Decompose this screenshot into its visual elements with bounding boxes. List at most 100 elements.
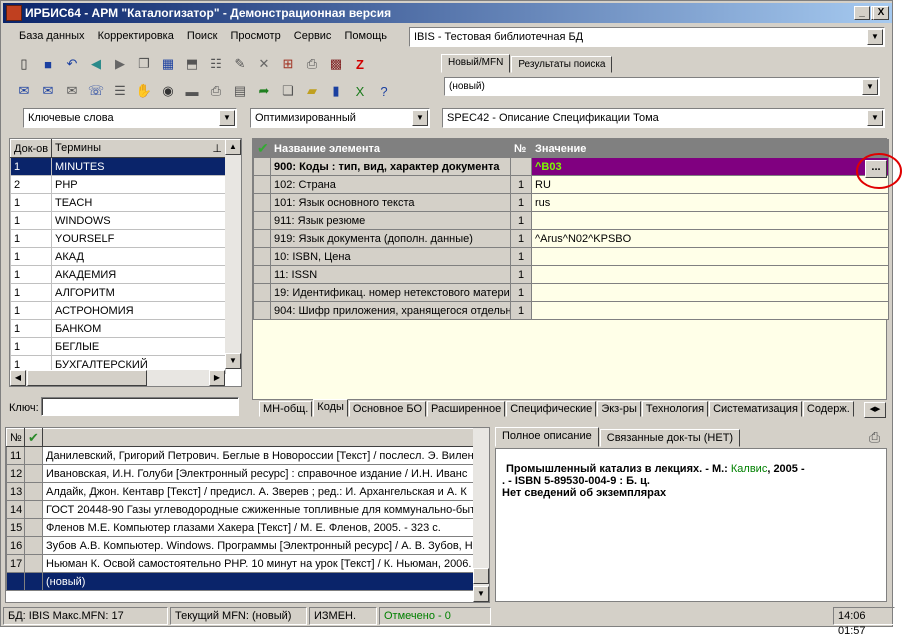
field-value[interactable] xyxy=(531,265,889,284)
record-check[interactable] xyxy=(24,482,43,501)
worksheet-select[interactable]: SPEC42 - Описание Спецификации Тома ▼ xyxy=(442,108,885,128)
dict-row[interactable]: 1 TEACH xyxy=(10,193,226,212)
dict-row[interactable]: 1 YOURSELF xyxy=(10,229,226,248)
export-icon[interactable]: ➦ xyxy=(253,80,275,102)
field-row[interactable]: 900: Коды : тип, вид, характер документа… xyxy=(253,157,889,176)
dict-scrollbar[interactable]: ▲ ▼ xyxy=(225,139,241,369)
key-input[interactable] xyxy=(41,397,239,416)
field-row[interactable]: 101: Язык основного текста 1 rus xyxy=(253,193,889,212)
edit-icon[interactable]: ✎ xyxy=(229,53,251,75)
print-icon[interactable]: ⎙ xyxy=(869,429,880,446)
record-row[interactable]: 11 Данилевский, Григорий Петрович. Беглые… xyxy=(6,446,476,465)
field-row[interactable]: 10: ISBN, Цена 1 xyxy=(253,247,889,266)
menu-help[interactable]: Помощь xyxy=(341,26,392,46)
comment-icon[interactable]: ✉ xyxy=(13,80,35,102)
record-check[interactable] xyxy=(24,572,43,591)
tab-field-group[interactable]: Расширенное xyxy=(427,401,506,417)
tab-field-group[interactable]: Технология xyxy=(641,401,709,417)
records-header-num[interactable]: № xyxy=(6,428,25,447)
chart-icon[interactable]: ▮ xyxy=(325,80,347,102)
menu-service[interactable]: Сервис xyxy=(290,26,336,46)
chevron-down-icon[interactable]: ▼ xyxy=(219,110,235,126)
hand-icon[interactable]: ✋ xyxy=(133,80,155,102)
delete-icon[interactable]: ✕ xyxy=(253,53,275,75)
view-icon[interactable]: ◉ xyxy=(157,80,179,102)
dict-header-terms[interactable]: Термины ⊥ xyxy=(51,139,226,158)
new-doc-icon[interactable]: ▯ xyxy=(13,53,35,75)
scroll-down-icon[interactable]: ▼ xyxy=(473,586,489,602)
record-check[interactable] xyxy=(24,536,43,555)
record-row[interactable]: 17 Ньюман К. Освой самостоятельно PHP. 10… xyxy=(6,554,476,573)
scroll-down-icon[interactable]: ▼ xyxy=(225,353,241,369)
preview-publisher[interactable]: Калвис xyxy=(731,463,767,475)
record-check[interactable] xyxy=(24,446,43,465)
field-row[interactable]: 11: ISSN 1 xyxy=(253,265,889,284)
record-row[interactable]: 12 Ивановская, И.Н. Голуби [Электронный р… xyxy=(6,464,476,483)
folder-icon[interactable]: ▬ xyxy=(181,80,203,102)
dict-row[interactable]: 1 АСТРОНОМИЯ xyxy=(10,301,226,320)
menu-search[interactable]: Поиск xyxy=(183,26,221,46)
tab-field-group[interactable]: Содерж. xyxy=(802,401,854,417)
tab-field-group[interactable]: Специфические xyxy=(506,401,597,417)
field-row[interactable]: 19: Идентификац. номер нетекстового мате… xyxy=(253,283,889,302)
field-row[interactable]: 102: Страна 1 RU xyxy=(253,175,889,194)
tab-linked-docs[interactable]: Связанные док-ты (НЕТ) xyxy=(599,429,741,447)
tab-full-description[interactable]: Полное описание xyxy=(495,427,599,447)
menu-database[interactable]: База данных xyxy=(15,26,89,46)
minimize-button[interactable]: _ xyxy=(854,6,870,20)
scroll-thumb[interactable] xyxy=(27,370,147,386)
add-icon[interactable]: ⊞ xyxy=(277,53,299,75)
help-icon[interactable]: ? xyxy=(373,80,395,102)
scroll-right-icon[interactable]: ▶ xyxy=(209,370,225,386)
undo-icon[interactable]: ↶ xyxy=(61,53,83,75)
tab-search-results[interactable]: Результаты поиска xyxy=(511,56,613,73)
field-value[interactable] xyxy=(531,301,889,320)
checkmark-icon[interactable]: ✔ xyxy=(253,139,271,158)
tab-new-mfn[interactable]: Новый/MFN xyxy=(441,54,511,73)
copy-record-icon[interactable]: ❐ xyxy=(133,53,155,75)
comment-edit-icon[interactable]: ✉ xyxy=(37,80,59,102)
tab-field-group[interactable]: Коды xyxy=(313,399,348,417)
record-check[interactable] xyxy=(24,518,43,537)
mode-select[interactable]: Оптимизированный ▼ xyxy=(250,108,430,128)
doc-icon[interactable]: ▤ xyxy=(229,80,251,102)
tab-field-group[interactable]: Основное БО xyxy=(348,401,427,417)
dict-row[interactable]: 2 PHP xyxy=(10,175,226,194)
tab-field-group[interactable]: МН-общ. xyxy=(259,401,313,417)
record-row[interactable]: 13 Алдайк, Джон. Кентавр [Текст] / предис… xyxy=(6,482,476,501)
tree-icon[interactable]: ☷ xyxy=(205,53,227,75)
tab-field-group[interactable]: Систематизация xyxy=(709,401,802,417)
chevron-down-icon[interactable]: ▼ xyxy=(867,29,883,45)
database-select[interactable]: IBIS - Тестовая библиотечная БД ▼ xyxy=(409,27,885,47)
import-icon[interactable]: ⬒ xyxy=(181,53,203,75)
list-icon[interactable]: ☰ xyxy=(109,80,131,102)
tabs-scroll-icon[interactable]: ◀▶ xyxy=(864,402,886,418)
field-row[interactable]: 904: Шифр приложения, хранящегося отдель… xyxy=(253,301,889,320)
folder-open-icon[interactable]: ▰ xyxy=(301,80,323,102)
dict-header-count[interactable]: Док-ов xyxy=(10,139,52,158)
dict-hscrollbar[interactable]: ◀ ▶ xyxy=(10,370,225,386)
scroll-thumb[interactable] xyxy=(473,568,489,584)
search-type-select[interactable]: Ключевые слова ▼ xyxy=(23,108,237,128)
tools-icon[interactable]: ▩ xyxy=(325,53,347,75)
excel-icon[interactable]: X xyxy=(349,80,371,102)
records-header-desc[interactable] xyxy=(42,428,476,447)
dict-row[interactable]: 1 MINUTES xyxy=(10,157,226,176)
grid-icon[interactable]: ▦ xyxy=(157,53,179,75)
pages-icon[interactable]: ❏ xyxy=(277,80,299,102)
tab-field-group[interactable]: Экз-ры xyxy=(597,401,641,417)
back-icon[interactable]: ◀ xyxy=(85,53,107,75)
field-row[interactable]: 911: Язык резюме 1 xyxy=(253,211,889,230)
chevron-down-icon[interactable]: ▼ xyxy=(412,110,428,126)
record-check[interactable] xyxy=(24,500,43,519)
chat-icon[interactable]: ☏ xyxy=(85,80,107,102)
field-value[interactable] xyxy=(531,247,889,266)
scroll-up-icon[interactable]: ▲ xyxy=(225,139,241,155)
dict-row[interactable]: 1 WINDOWS xyxy=(10,211,226,230)
menu-view[interactable]: Просмотр xyxy=(226,26,284,46)
field-value[interactable]: ^B03 xyxy=(531,157,889,176)
record-row[interactable]: 14 ГОСТ 20448-90 Газы углеводородные сжиж… xyxy=(6,500,476,519)
dict-row[interactable]: 1 БЕГЛЫЕ xyxy=(10,337,226,356)
mfn-select[interactable]: (новый) ▼ xyxy=(444,77,880,96)
dict-row[interactable]: 1 АЛГОРИТМ xyxy=(10,283,226,302)
